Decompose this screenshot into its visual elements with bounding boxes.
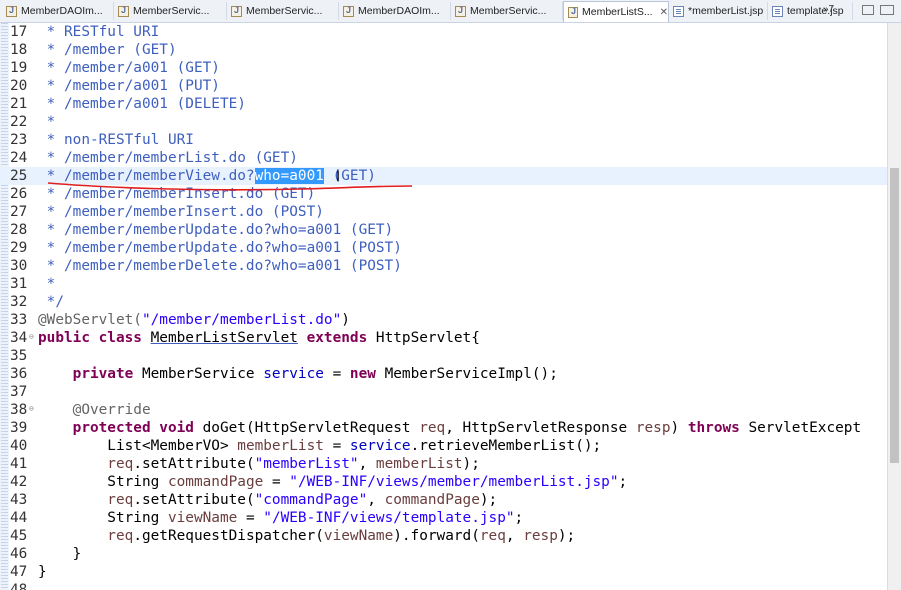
- red-underline-annotation: [47, 182, 413, 191]
